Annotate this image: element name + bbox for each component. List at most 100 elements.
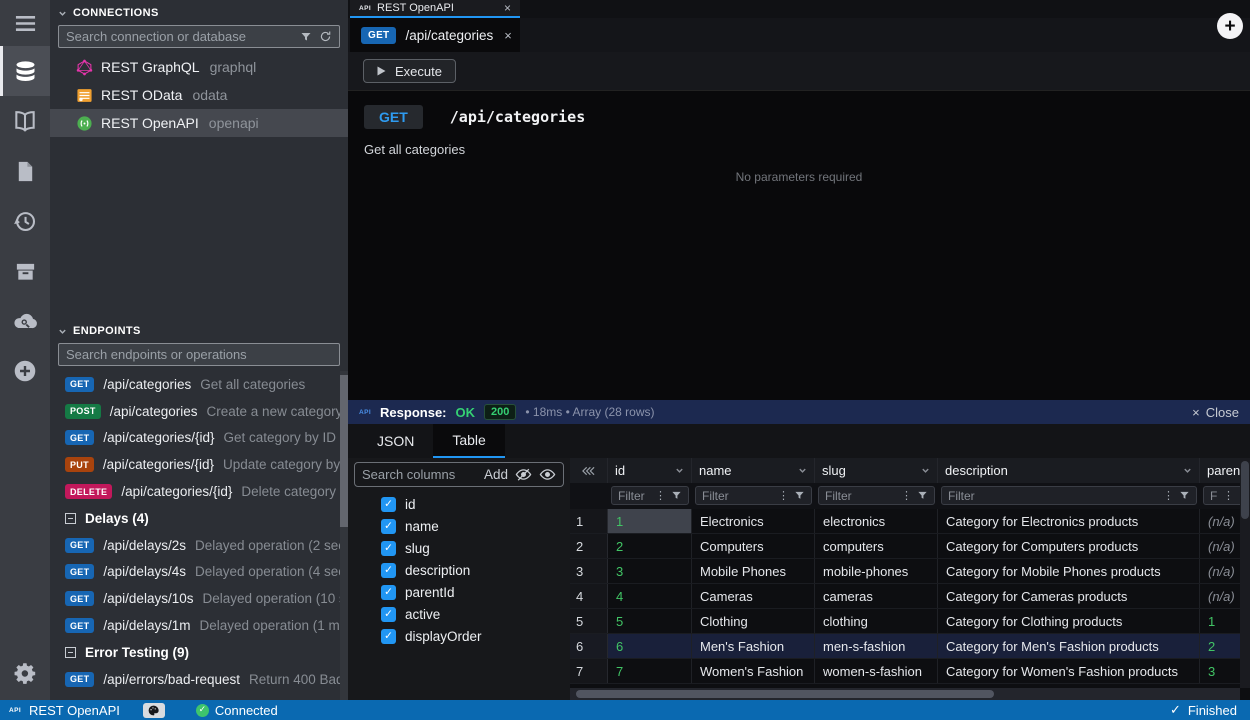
cell-description[interactable]: Category for Men's Fashion products bbox=[938, 634, 1200, 658]
endpoints-header[interactable]: ENDPOINTS bbox=[50, 318, 348, 340]
checkbox-checked-icon[interactable]: ✓ bbox=[381, 497, 396, 512]
filter-input-description[interactable] bbox=[948, 489, 1158, 503]
endpoints-scrollbar[interactable] bbox=[340, 371, 348, 700]
rail-item-archive[interactable] bbox=[0, 246, 50, 296]
cell-id[interactable]: 2 bbox=[608, 534, 692, 558]
grid-horizontal-scrollbar[interactable] bbox=[570, 688, 1240, 700]
kebab-menu-icon[interactable]: ⋮ bbox=[1223, 490, 1234, 501]
rail-item-history[interactable] bbox=[0, 196, 50, 246]
result-tab-json[interactable]: JSON bbox=[358, 424, 433, 458]
scrollbar-thumb[interactable] bbox=[1241, 461, 1249, 519]
response-close-button[interactable]: ×Close bbox=[1192, 405, 1239, 420]
filter-input-id[interactable] bbox=[618, 489, 650, 503]
endpoint-item[interactable]: GET/api/delays/2sDelayed operation (2 se… bbox=[50, 532, 348, 559]
filter-funnel-icon[interactable] bbox=[1179, 490, 1190, 501]
table-row[interactable]: 66Men's Fashionmen-s-fashionCategory for… bbox=[570, 634, 1250, 659]
cell-name[interactable]: Mobile Phones bbox=[692, 559, 815, 583]
scrollbar-thumb[interactable] bbox=[576, 690, 994, 698]
menu-button[interactable] bbox=[0, 0, 50, 46]
filter-funnel-icon[interactable] bbox=[917, 490, 928, 501]
cell-description[interactable]: Category for Computers products bbox=[938, 534, 1200, 558]
endpoint-item[interactable]: GET/api/delays/4sDelayed operation (4 se… bbox=[50, 559, 348, 586]
theme-button[interactable] bbox=[143, 703, 165, 718]
cell-slug[interactable]: cameras bbox=[815, 584, 938, 608]
endpoint-item[interactable]: GET/api/delays/1mDelayed operation (1 mi… bbox=[50, 612, 348, 639]
close-icon[interactable]: × bbox=[504, 1, 511, 15]
rail-item-add-connection[interactable] bbox=[0, 346, 50, 396]
filter-input-name[interactable] bbox=[702, 489, 773, 503]
endpoint-group[interactable]: Error Testing (9) bbox=[50, 639, 348, 666]
cell-slug[interactable]: computers bbox=[815, 534, 938, 558]
column-toggle-id[interactable]: ✓id bbox=[348, 493, 570, 515]
chevron-down-icon[interactable] bbox=[917, 466, 930, 475]
filter-funnel-icon[interactable] bbox=[671, 490, 682, 501]
column-toggle-active[interactable]: ✓active bbox=[348, 603, 570, 625]
cell-slug[interactable]: women-s-fashion bbox=[815, 659, 938, 683]
rail-item-cloud-search[interactable] bbox=[0, 296, 50, 346]
result-tab-table[interactable]: Table bbox=[433, 424, 504, 458]
column-header-id[interactable]: id bbox=[608, 458, 692, 483]
column-toggle-slug[interactable]: ✓slug bbox=[348, 537, 570, 559]
column-toggle-description[interactable]: ✓description bbox=[348, 559, 570, 581]
cell-description[interactable]: Category for Cameras products bbox=[938, 584, 1200, 608]
kebab-menu-icon[interactable]: ⋮ bbox=[655, 490, 666, 501]
column-search-input[interactable] bbox=[362, 467, 477, 482]
filter-input-parentId[interactable] bbox=[1210, 489, 1218, 503]
kebab-menu-icon[interactable]: ⋮ bbox=[778, 490, 789, 501]
endpoint-item[interactable]: POST/api/categoriesCreate a new category bbox=[50, 398, 348, 425]
cell-slug[interactable]: electronics bbox=[815, 509, 938, 533]
cell-id[interactable]: 7 bbox=[608, 659, 692, 683]
cell-description[interactable]: Category for Mobile Phones products bbox=[938, 559, 1200, 583]
grid-vertical-scrollbar[interactable] bbox=[1240, 458, 1250, 688]
cell-description[interactable]: Category for Women's Fashion products bbox=[938, 659, 1200, 683]
filter-input-slug[interactable] bbox=[825, 489, 896, 503]
chevron-down-icon[interactable] bbox=[671, 466, 684, 475]
tab-rest-openapi[interactable]: API REST OpenAPI × bbox=[350, 0, 520, 18]
eye-icon[interactable] bbox=[539, 466, 556, 483]
table-row[interactable]: 22ComputerscomputersCategory for Compute… bbox=[570, 534, 1250, 559]
chevron-down-icon[interactable] bbox=[1179, 466, 1192, 475]
checkbox-checked-icon[interactable]: ✓ bbox=[381, 607, 396, 622]
endpoint-item[interactable]: GET/api/errors/bad-requestReturn 400 Bad… bbox=[50, 666, 348, 693]
collapse-columns-button[interactable] bbox=[570, 458, 608, 483]
scrollbar-thumb[interactable] bbox=[340, 375, 348, 527]
new-tab-button[interactable]: + bbox=[1217, 13, 1243, 39]
cell-name[interactable]: Clothing bbox=[692, 609, 815, 633]
endpoint-item[interactable]: DELETE/api/categories/{id}Delete categor… bbox=[50, 478, 348, 505]
checkbox-checked-icon[interactable]: ✓ bbox=[381, 541, 396, 556]
execute-button[interactable]: Execute bbox=[363, 59, 456, 83]
table-row[interactable]: 11ElectronicselectronicsCategory for Ele… bbox=[570, 509, 1250, 534]
cell-id[interactable]: 5 bbox=[608, 609, 692, 633]
checkbox-checked-icon[interactable]: ✓ bbox=[381, 519, 396, 534]
cell-id[interactable]: 3 bbox=[608, 559, 692, 583]
connections-header[interactable]: CONNECTIONS bbox=[50, 0, 348, 22]
checkbox-checked-icon[interactable]: ✓ bbox=[381, 563, 396, 578]
endpoint-item[interactable]: GET/api/categoriesGet all categories bbox=[50, 371, 348, 398]
checkbox-checked-icon[interactable]: ✓ bbox=[381, 629, 396, 644]
add-column-button[interactable]: Add bbox=[484, 467, 508, 482]
cell-name[interactable]: Electronics bbox=[692, 509, 815, 533]
column-header-name[interactable]: name bbox=[692, 458, 815, 483]
kebab-menu-icon[interactable]: ⋮ bbox=[901, 490, 912, 501]
connection-item-graphql[interactable]: REST GraphQLgraphql bbox=[50, 53, 348, 81]
cell-description[interactable]: Category for Electronics products bbox=[938, 509, 1200, 533]
checkbox-checked-icon[interactable]: ✓ bbox=[381, 585, 396, 600]
table-row[interactable]: 55ClothingclothingCategory for Clothing … bbox=[570, 609, 1250, 634]
endpoint-group[interactable]: Delays (4) bbox=[50, 505, 348, 532]
cell-id[interactable]: 6 bbox=[608, 634, 692, 658]
refresh-icon[interactable] bbox=[319, 30, 332, 43]
column-header-slug[interactable]: slug bbox=[815, 458, 938, 483]
rail-item-files[interactable] bbox=[0, 146, 50, 196]
cell-id[interactable]: 1 bbox=[608, 509, 692, 533]
endpoint-item[interactable]: GET/api/delays/10sDelayed operation (10 … bbox=[50, 585, 348, 612]
column-toggle-displayOrder[interactable]: ✓displayOrder bbox=[348, 625, 570, 647]
subtab-api-categories[interactable]: GET /api/categories × bbox=[350, 18, 520, 52]
cell-slug[interactable]: mobile-phones bbox=[815, 559, 938, 583]
cell-name[interactable]: Women's Fashion bbox=[692, 659, 815, 683]
table-row[interactable]: 44CamerascamerasCategory for Cameras pro… bbox=[570, 584, 1250, 609]
cell-id[interactable]: 4 bbox=[608, 584, 692, 608]
table-row[interactable]: 33Mobile Phonesmobile-phonesCategory for… bbox=[570, 559, 1250, 584]
column-toggle-parentId[interactable]: ✓parentId bbox=[348, 581, 570, 603]
connection-item-odata[interactable]: REST ODataodata bbox=[50, 81, 348, 109]
cell-name[interactable]: Computers bbox=[692, 534, 815, 558]
